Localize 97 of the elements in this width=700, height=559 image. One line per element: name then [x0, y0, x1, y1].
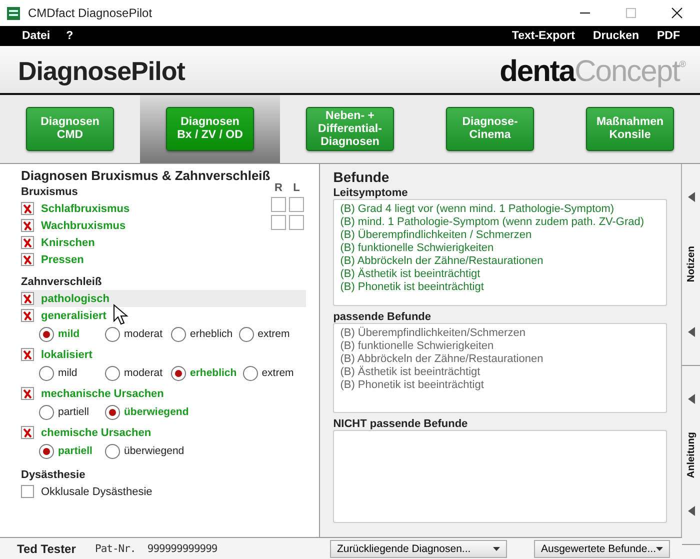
list-item[interactable]: (B) Phonetik ist beeinträchtigt	[340, 281, 666, 294]
panel-title: Diagnosen Bruxismus & Zahnverschleiß	[21, 168, 272, 183]
caret-icon	[493, 547, 500, 551]
list-item[interactable]: (B) Grad 4 liegt vor (wenn mind. 1 Pathologie-Symptom)	[340, 203, 666, 216]
list-item[interactable]: (B) Abbröckeln der Zähne/Restaurationen	[340, 353, 666, 366]
radio-label: moderat	[124, 328, 163, 340]
app-name: DiagnosePilot	[18, 56, 185, 88]
nav-button[interactable]: Maßnahmen Konsile	[586, 107, 674, 151]
checkbox-label: generalisiert	[41, 310, 106, 322]
checkbox-label: Schlafbruxismus	[41, 202, 130, 214]
checkbox-label: Pressen	[41, 254, 84, 266]
radio-button[interactable]	[39, 404, 54, 420]
menu-item[interactable]: Datei	[22, 30, 50, 42]
panel-title: Befunde	[333, 169, 390, 185]
dropdown-button[interactable]: Ausgewertete Befunde...	[534, 540, 670, 558]
list-item[interactable]: (B) Überempfindlichkeiten / Schmerzen	[340, 229, 666, 242]
nav-button[interactable]: Neben- + Differential- Diagnosen	[306, 107, 394, 151]
radio-label: moderat	[124, 367, 163, 379]
radio-button[interactable]	[105, 444, 120, 458]
checkbox[interactable]	[21, 202, 34, 215]
caret-icon	[656, 547, 663, 551]
section-heading: Dysästhesie	[21, 468, 86, 483]
radio-label: mild	[58, 328, 80, 340]
arrow-icon	[688, 326, 695, 337]
menu-item[interactable]: PDF	[657, 30, 680, 42]
checkbox-label: pathologisch	[41, 292, 110, 304]
registered-mark: ®	[679, 59, 686, 69]
nav-button[interactable]: Diagnose- Cinema	[446, 107, 534, 151]
radio-button[interactable]	[171, 326, 186, 342]
radio-label: erheblich	[190, 367, 237, 379]
menu-item[interactable]: Drucken	[592, 30, 639, 42]
app-icon	[7, 6, 20, 20]
checkbox-label: lokalisiert	[41, 348, 92, 360]
checkbox[interactable]	[21, 485, 34, 498]
radio-label: überwiegend	[124, 406, 189, 418]
checkbox[interactable]	[21, 426, 34, 439]
checkbox-label: Wachbruxismus	[41, 220, 126, 232]
checkbox[interactable]	[21, 309, 34, 322]
radio-button[interactable]	[39, 366, 54, 380]
list-item[interactable]: (B) Abbröckeln der Zähne/Restaurationen	[340, 255, 666, 268]
mouse-pointer-icon	[113, 304, 129, 326]
list-item[interactable]: (B) Ästhetik ist beeinträchtigt	[340, 268, 666, 281]
checkbox-label: mechanische Ursachen	[41, 388, 164, 400]
checkbox[interactable]	[21, 292, 34, 305]
radio-button[interactable]	[39, 444, 54, 458]
list-heading: NICHT passende Befunde	[333, 418, 469, 430]
list-item[interactable]: (B) Ästhetik ist beeinträchtigt	[340, 366, 666, 379]
list-heading: Leitsymptome	[333, 187, 409, 199]
checkbox[interactable]	[271, 197, 286, 212]
radio-label: extrem	[258, 328, 290, 340]
window-title: CMDfact DiagnosePilot	[28, 6, 154, 20]
checkbox-label: chemische Ursachen	[41, 426, 152, 438]
section-heading: Zahnverschleiß	[21, 275, 102, 290]
checkbox-label: Knirschen	[41, 236, 95, 248]
radio-label: erheblich	[190, 328, 233, 340]
radio-button[interactable]	[105, 326, 120, 342]
nav-button[interactable]: Diagnosen Bx / ZV / OD	[166, 107, 254, 151]
checkbox[interactable]	[21, 219, 34, 232]
checkbox[interactable]	[21, 387, 34, 400]
radio-button[interactable]	[105, 366, 120, 380]
checkbox[interactable]	[21, 253, 34, 266]
radio-button[interactable]	[171, 366, 186, 380]
radio-button[interactable]	[238, 326, 254, 342]
radio-label: extrem	[262, 367, 294, 379]
checkbox[interactable]	[21, 236, 34, 249]
arrow-icon	[688, 192, 695, 202]
nav-button[interactable]: Diagnosen CMD	[26, 107, 114, 151]
radio-button[interactable]	[39, 326, 54, 342]
radio-label: partiell	[58, 445, 92, 457]
radio-label: partiell	[58, 406, 89, 418]
patient-name: Ted Tester	[16, 542, 77, 556]
list-item[interactable]: (B) Phonetik ist beeinträchtigt	[340, 379, 666, 392]
arrow-icon	[688, 394, 695, 404]
radio-label: mild	[58, 367, 78, 379]
checkbox[interactable]	[289, 197, 304, 212]
menu-item[interactable]: Text-Export	[512, 30, 575, 42]
list-item[interactable]: (B) funktionelle Schwierigkeiten	[340, 340, 666, 353]
section-heading: Bruxismus	[21, 185, 78, 200]
list-item[interactable]: (B) Überempfindlichkeiten/Schmerzen	[340, 327, 666, 340]
column-label: R	[274, 182, 284, 194]
list-item[interactable]: (B) mind. 1 Pathologie-Symptom (wenn zudem path. ZV-Grad)	[340, 216, 666, 229]
patient-number: Pat-Nr. 999999999999	[95, 543, 218, 555]
list-heading: passende Befunde	[333, 311, 432, 323]
radio-button[interactable]	[105, 404, 120, 420]
checkbox-label: Okklusale Dysästhesie	[41, 486, 152, 498]
column-label: L	[292, 182, 301, 194]
arrow-icon	[688, 506, 695, 516]
checkbox[interactable]	[21, 348, 34, 361]
radio-button[interactable]	[242, 366, 258, 380]
checkbox[interactable]	[289, 215, 304, 230]
radio-label: überwiegend	[124, 445, 184, 457]
list-item[interactable]: (B) funktionelle Schwierigkeiten	[340, 242, 666, 255]
brand-logo-light: Concept	[574, 55, 680, 89]
brand-logo-bold: denta	[500, 55, 575, 89]
checkbox[interactable]	[271, 215, 286, 230]
dropdown-button[interactable]: Zurückliegende Diagnosen...	[330, 540, 507, 558]
menu-item[interactable]: ?	[66, 30, 74, 42]
